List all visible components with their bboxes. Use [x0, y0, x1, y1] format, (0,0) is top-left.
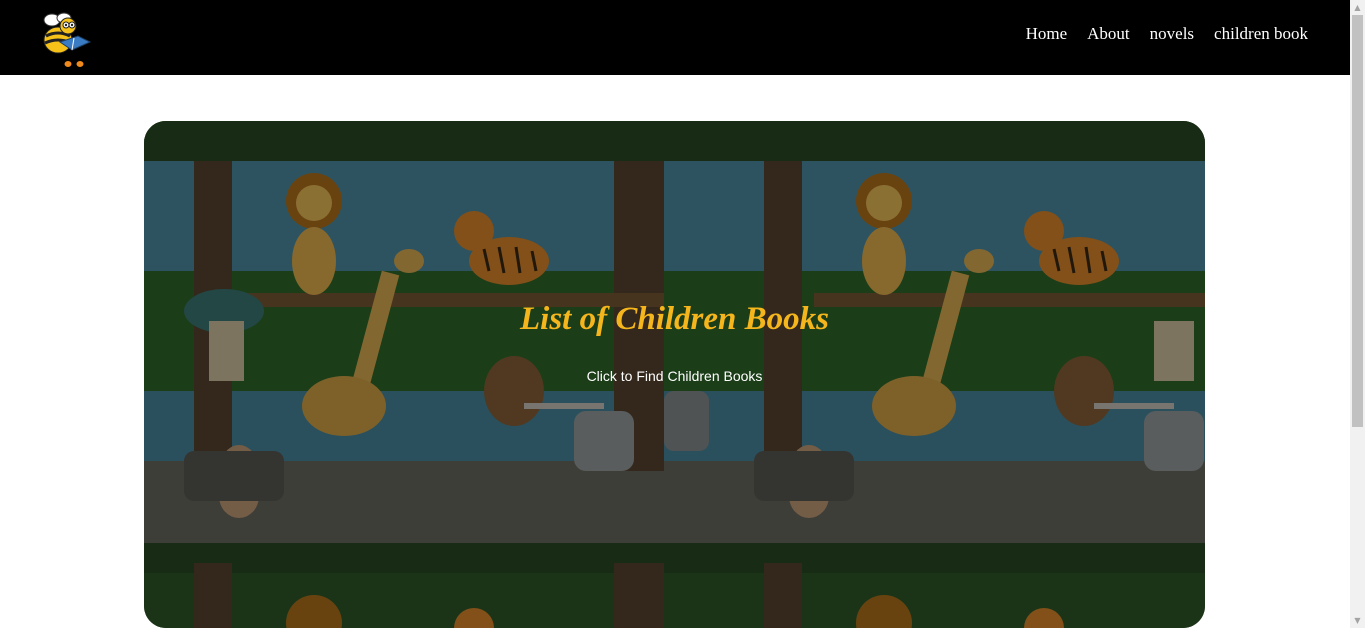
top-navbar: Home About novels children book — [0, 0, 1350, 75]
page-scrollbar[interactable]: ▲ ▼ — [1350, 0, 1365, 628]
nav-children-book-link[interactable]: children book — [1214, 23, 1308, 45]
find-children-books-link[interactable]: Click to Find Children Books — [144, 368, 1205, 384]
bee-logo-icon[interactable] — [38, 10, 94, 70]
scroll-up-arrow-icon[interactable]: ▲ — [1350, 0, 1365, 15]
nav-home-link[interactable]: Home — [1026, 23, 1068, 45]
scroll-down-arrow-icon[interactable]: ▼ — [1350, 613, 1365, 628]
hero-title: List of Children Books — [520, 301, 829, 337]
nav-about-link[interactable]: About — [1087, 23, 1130, 45]
nav-novels-link[interactable]: novels — [1150, 23, 1194, 45]
main-nav: Home About novels children book — [1026, 23, 1308, 45]
hero-banner: List of Children Books Click to Find Chi… — [144, 121, 1205, 628]
scrollbar-thumb[interactable] — [1352, 15, 1363, 427]
